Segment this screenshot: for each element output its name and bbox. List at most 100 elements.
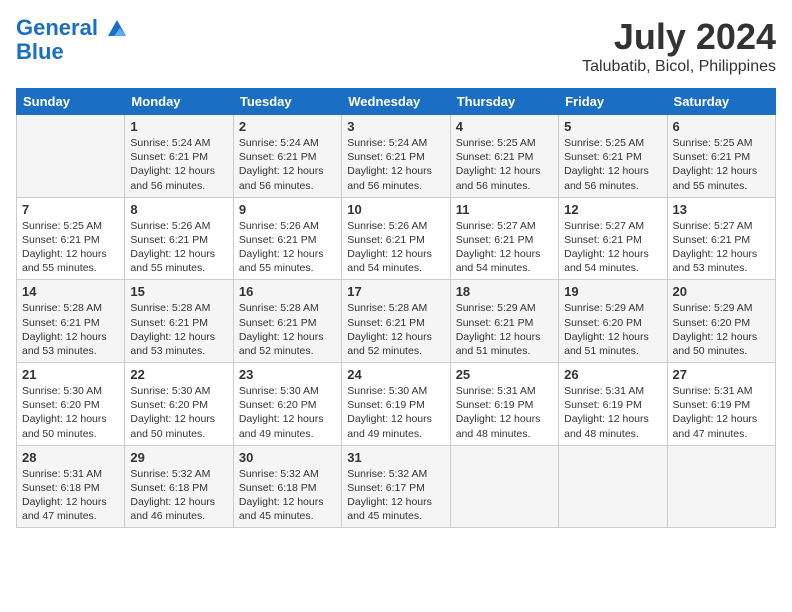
day-number: 12	[564, 202, 661, 217]
weekday-header-row: SundayMondayTuesdayWednesdayThursdayFrid…	[17, 89, 776, 115]
calendar-cell	[667, 445, 775, 528]
calendar-cell	[559, 445, 667, 528]
day-info: Sunrise: 5:30 AMSunset: 6:20 PMDaylight:…	[239, 384, 336, 441]
calendar-cell: 19 Sunrise: 5:29 AMSunset: 6:20 PMDaylig…	[559, 280, 667, 363]
day-number: 7	[22, 202, 119, 217]
calendar-cell: 30 Sunrise: 5:32 AMSunset: 6:18 PMDaylig…	[233, 445, 341, 528]
day-number: 29	[130, 450, 227, 465]
day-number: 22	[130, 367, 227, 382]
day-info: Sunrise: 5:25 AMSunset: 6:21 PMDaylight:…	[673, 136, 770, 193]
calendar-cell: 13 Sunrise: 5:27 AMSunset: 6:21 PMDaylig…	[667, 197, 775, 280]
calendar-cell: 31 Sunrise: 5:32 AMSunset: 6:17 PMDaylig…	[342, 445, 450, 528]
calendar-table: SundayMondayTuesdayWednesdayThursdayFrid…	[16, 88, 776, 528]
day-info: Sunrise: 5:32 AMSunset: 6:18 PMDaylight:…	[239, 467, 336, 524]
weekday-header-tuesday: Tuesday	[233, 89, 341, 115]
day-info: Sunrise: 5:31 AMSunset: 6:19 PMDaylight:…	[456, 384, 553, 441]
day-number: 13	[673, 202, 770, 217]
day-info: Sunrise: 5:31 AMSunset: 6:19 PMDaylight:…	[564, 384, 661, 441]
logo-general: General	[16, 15, 98, 40]
day-number: 30	[239, 450, 336, 465]
calendar-cell: 4 Sunrise: 5:25 AMSunset: 6:21 PMDayligh…	[450, 115, 558, 198]
day-info: Sunrise: 5:28 AMSunset: 6:21 PMDaylight:…	[130, 301, 227, 358]
day-number: 2	[239, 119, 336, 134]
calendar-cell: 21 Sunrise: 5:30 AMSunset: 6:20 PMDaylig…	[17, 363, 125, 446]
calendar-cell: 12 Sunrise: 5:27 AMSunset: 6:21 PMDaylig…	[559, 197, 667, 280]
weekday-header-thursday: Thursday	[450, 89, 558, 115]
calendar-cell: 15 Sunrise: 5:28 AMSunset: 6:21 PMDaylig…	[125, 280, 233, 363]
weekday-header-monday: Monday	[125, 89, 233, 115]
day-info: Sunrise: 5:32 AMSunset: 6:18 PMDaylight:…	[130, 467, 227, 524]
day-info: Sunrise: 5:28 AMSunset: 6:21 PMDaylight:…	[347, 301, 444, 358]
calendar-cell: 22 Sunrise: 5:30 AMSunset: 6:20 PMDaylig…	[125, 363, 233, 446]
day-number: 26	[564, 367, 661, 382]
weekday-header-wednesday: Wednesday	[342, 89, 450, 115]
day-number: 4	[456, 119, 553, 134]
month-title: July 2024	[582, 16, 776, 58]
logo-icon	[106, 18, 128, 40]
day-number: 17	[347, 284, 444, 299]
calendar-cell: 2 Sunrise: 5:24 AMSunset: 6:21 PMDayligh…	[233, 115, 341, 198]
calendar-cell: 5 Sunrise: 5:25 AMSunset: 6:21 PMDayligh…	[559, 115, 667, 198]
day-number: 6	[673, 119, 770, 134]
calendar-cell: 9 Sunrise: 5:26 AMSunset: 6:21 PMDayligh…	[233, 197, 341, 280]
day-number: 14	[22, 284, 119, 299]
logo: General Blue	[16, 16, 128, 64]
calendar-cell	[450, 445, 558, 528]
day-info: Sunrise: 5:32 AMSunset: 6:17 PMDaylight:…	[347, 467, 444, 524]
day-info: Sunrise: 5:24 AMSunset: 6:21 PMDaylight:…	[130, 136, 227, 193]
weekday-header-sunday: Sunday	[17, 89, 125, 115]
calendar-cell: 1 Sunrise: 5:24 AMSunset: 6:21 PMDayligh…	[125, 115, 233, 198]
day-number: 15	[130, 284, 227, 299]
calendar-cell: 18 Sunrise: 5:29 AMSunset: 6:21 PMDaylig…	[450, 280, 558, 363]
day-info: Sunrise: 5:26 AMSunset: 6:21 PMDaylight:…	[347, 219, 444, 276]
calendar-cell: 27 Sunrise: 5:31 AMSunset: 6:19 PMDaylig…	[667, 363, 775, 446]
day-info: Sunrise: 5:24 AMSunset: 6:21 PMDaylight:…	[347, 136, 444, 193]
calendar-cell: 29 Sunrise: 5:32 AMSunset: 6:18 PMDaylig…	[125, 445, 233, 528]
calendar-cell: 28 Sunrise: 5:31 AMSunset: 6:18 PMDaylig…	[17, 445, 125, 528]
day-info: Sunrise: 5:27 AMSunset: 6:21 PMDaylight:…	[456, 219, 553, 276]
day-number: 5	[564, 119, 661, 134]
calendar-cell: 23 Sunrise: 5:30 AMSunset: 6:20 PMDaylig…	[233, 363, 341, 446]
calendar-week-row: 21 Sunrise: 5:30 AMSunset: 6:20 PMDaylig…	[17, 363, 776, 446]
calendar-cell: 8 Sunrise: 5:26 AMSunset: 6:21 PMDayligh…	[125, 197, 233, 280]
day-info: Sunrise: 5:28 AMSunset: 6:21 PMDaylight:…	[239, 301, 336, 358]
day-number: 28	[22, 450, 119, 465]
location-title: Talubatib, Bicol, Philippines	[582, 58, 776, 76]
day-info: Sunrise: 5:26 AMSunset: 6:21 PMDaylight:…	[239, 219, 336, 276]
day-number: 8	[130, 202, 227, 217]
calendar-cell: 20 Sunrise: 5:29 AMSunset: 6:20 PMDaylig…	[667, 280, 775, 363]
day-info: Sunrise: 5:28 AMSunset: 6:21 PMDaylight:…	[22, 301, 119, 358]
day-number: 25	[456, 367, 553, 382]
page-header: General Blue July 2024 Talubatib, Bicol,…	[16, 16, 776, 76]
day-number: 24	[347, 367, 444, 382]
day-number: 3	[347, 119, 444, 134]
day-info: Sunrise: 5:31 AMSunset: 6:18 PMDaylight:…	[22, 467, 119, 524]
calendar-cell: 7 Sunrise: 5:25 AMSunset: 6:21 PMDayligh…	[17, 197, 125, 280]
day-number: 23	[239, 367, 336, 382]
calendar-cell: 25 Sunrise: 5:31 AMSunset: 6:19 PMDaylig…	[450, 363, 558, 446]
day-info: Sunrise: 5:27 AMSunset: 6:21 PMDaylight:…	[673, 219, 770, 276]
day-number: 19	[564, 284, 661, 299]
day-info: Sunrise: 5:27 AMSunset: 6:21 PMDaylight:…	[564, 219, 661, 276]
calendar-cell	[17, 115, 125, 198]
calendar-cell: 10 Sunrise: 5:26 AMSunset: 6:21 PMDaylig…	[342, 197, 450, 280]
calendar-cell: 24 Sunrise: 5:30 AMSunset: 6:19 PMDaylig…	[342, 363, 450, 446]
weekday-header-friday: Friday	[559, 89, 667, 115]
day-number: 10	[347, 202, 444, 217]
day-number: 11	[456, 202, 553, 217]
logo-text: General	[16, 16, 128, 40]
day-number: 20	[673, 284, 770, 299]
day-number: 18	[456, 284, 553, 299]
calendar-cell: 11 Sunrise: 5:27 AMSunset: 6:21 PMDaylig…	[450, 197, 558, 280]
title-block: July 2024 Talubatib, Bicol, Philippines	[582, 16, 776, 76]
day-number: 16	[239, 284, 336, 299]
calendar-cell: 6 Sunrise: 5:25 AMSunset: 6:21 PMDayligh…	[667, 115, 775, 198]
day-number: 21	[22, 367, 119, 382]
calendar-week-row: 1 Sunrise: 5:24 AMSunset: 6:21 PMDayligh…	[17, 115, 776, 198]
calendar-cell: 14 Sunrise: 5:28 AMSunset: 6:21 PMDaylig…	[17, 280, 125, 363]
day-info: Sunrise: 5:31 AMSunset: 6:19 PMDaylight:…	[673, 384, 770, 441]
calendar-cell: 17 Sunrise: 5:28 AMSunset: 6:21 PMDaylig…	[342, 280, 450, 363]
day-number: 31	[347, 450, 444, 465]
day-info: Sunrise: 5:24 AMSunset: 6:21 PMDaylight:…	[239, 136, 336, 193]
day-info: Sunrise: 5:25 AMSunset: 6:21 PMDaylight:…	[22, 219, 119, 276]
